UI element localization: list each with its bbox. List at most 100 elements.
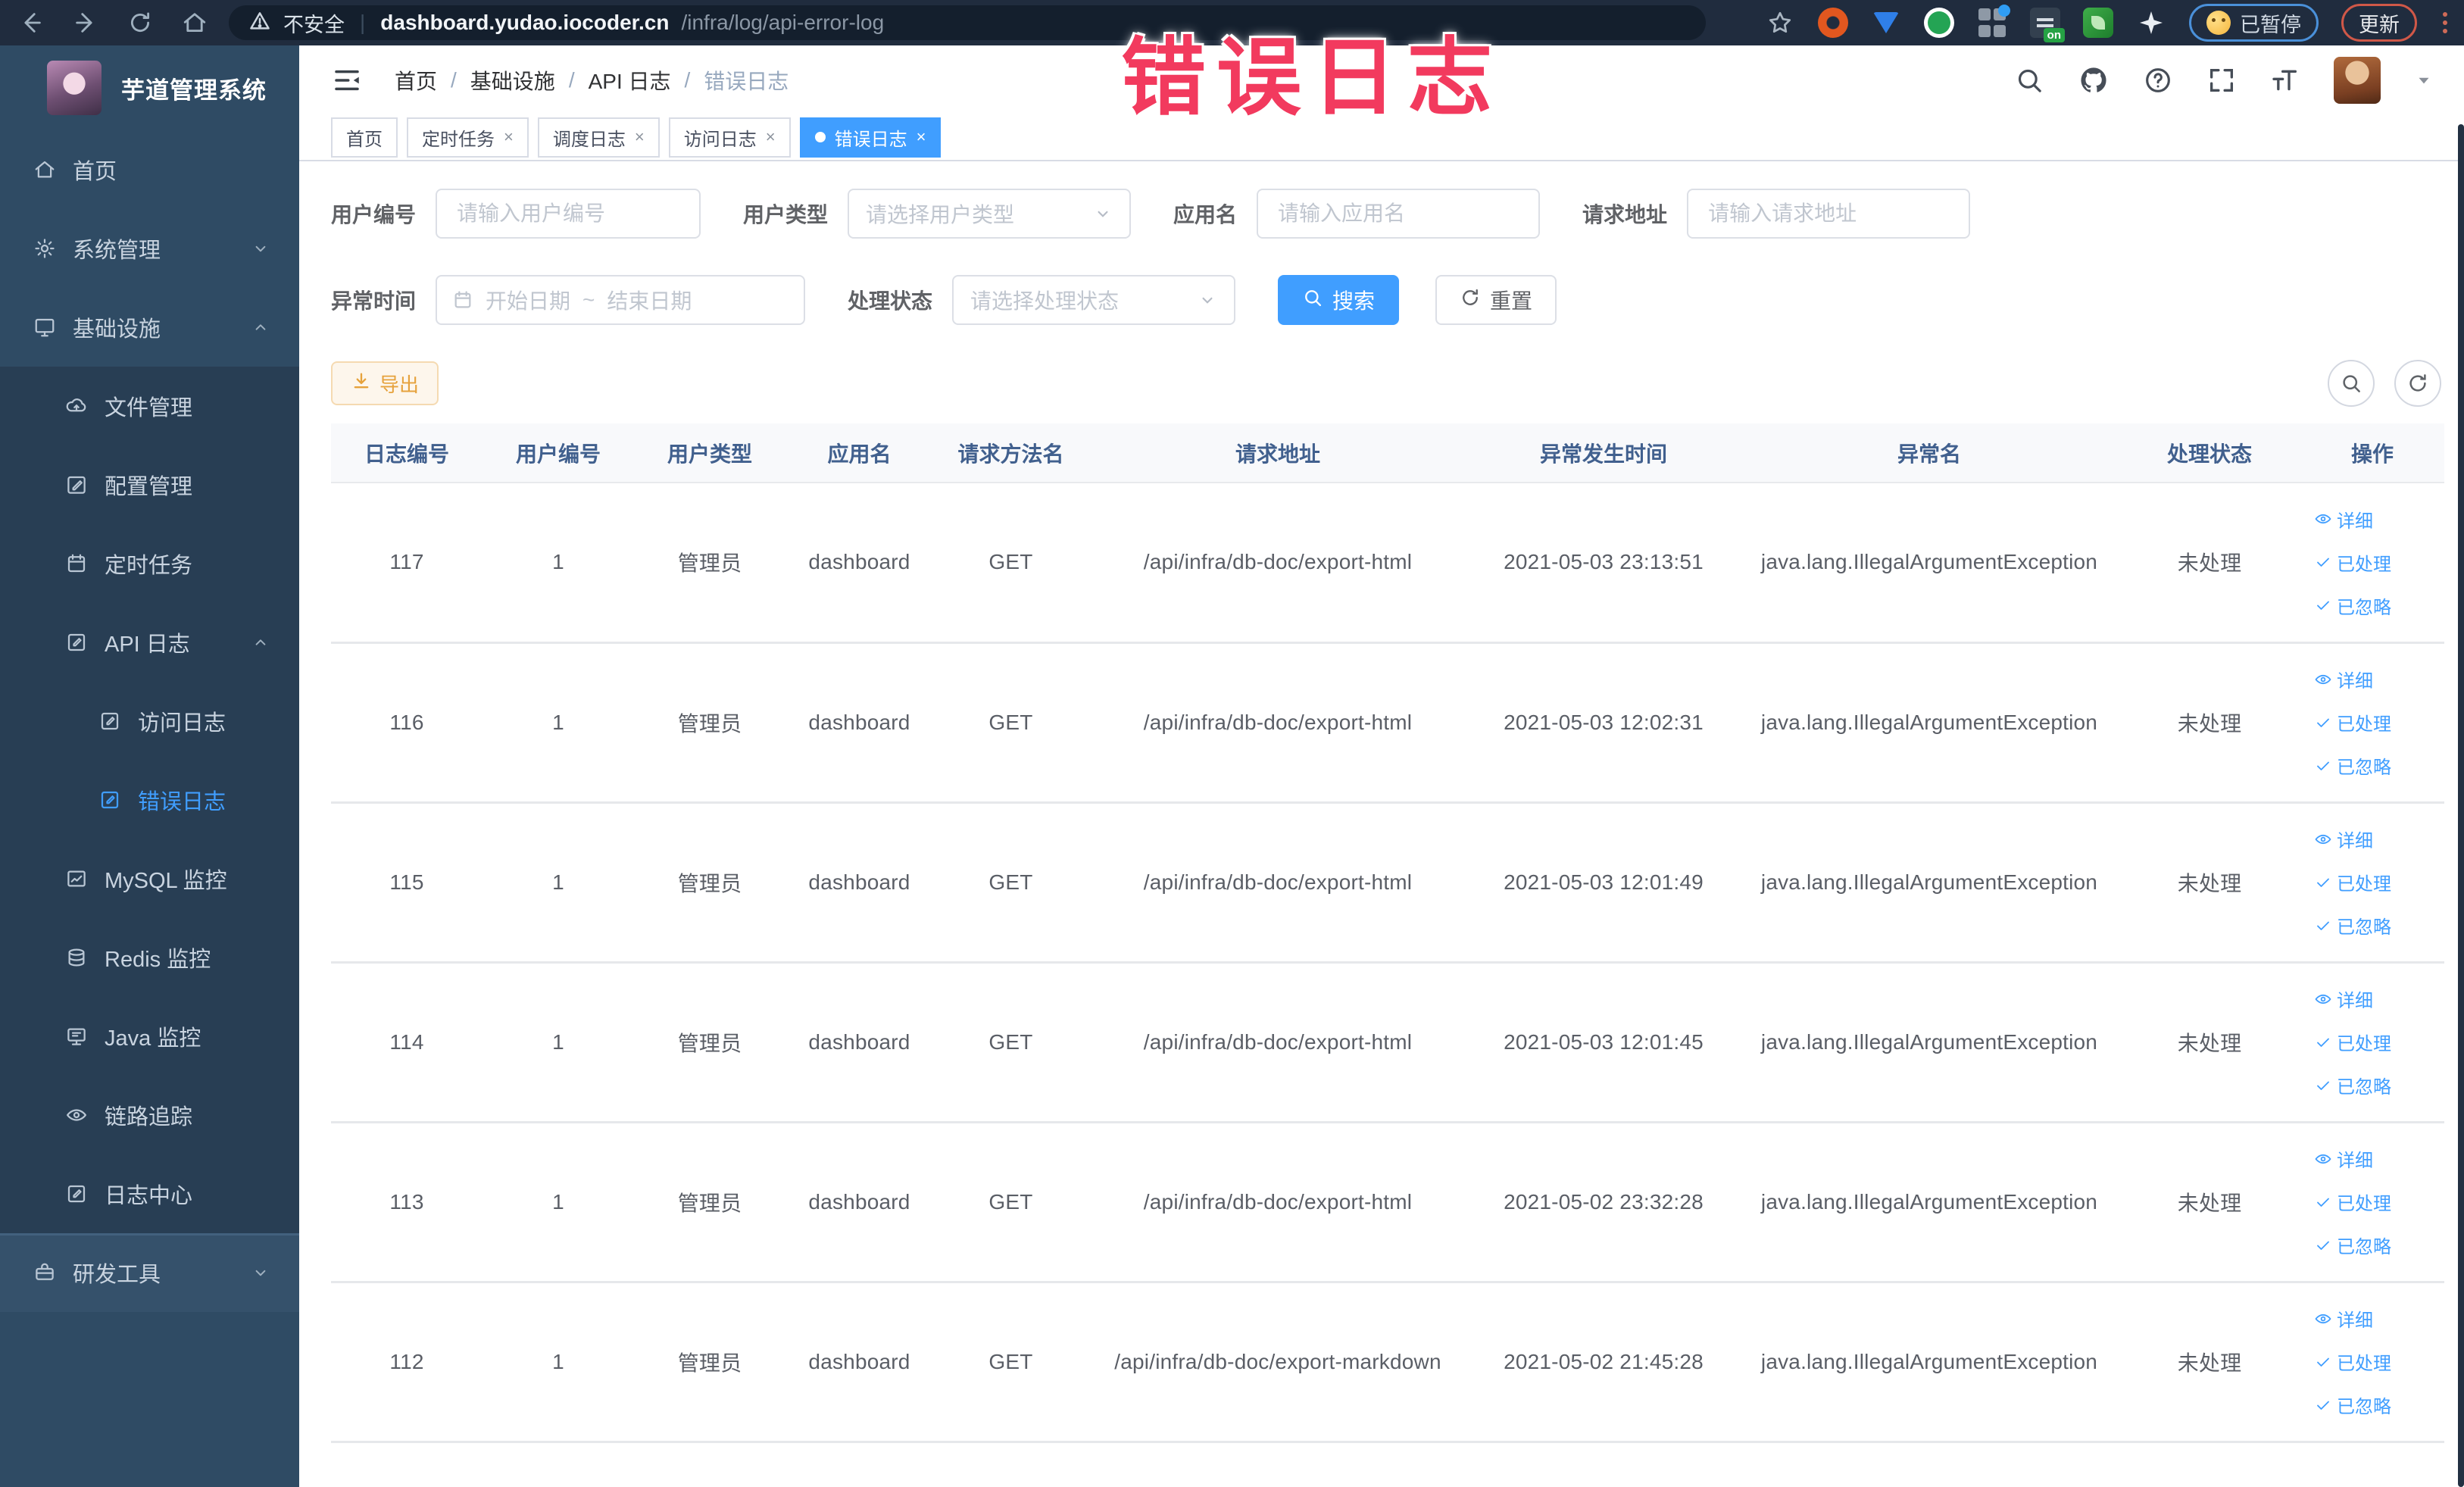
log-icon <box>98 710 121 733</box>
tab-1[interactable]: 首页 <box>331 117 398 158</box>
reset-button[interactable]: 重置 <box>1435 275 1557 325</box>
action-ignored-link[interactable]: 已忽略 <box>2314 592 2391 619</box>
app-name-label: 应用名 <box>1173 203 1238 226</box>
help-icon[interactable] <box>2143 65 2173 95</box>
export-button[interactable]: 导出 <box>331 361 439 405</box>
tab-4[interactable]: 访问日志 × <box>668 117 791 158</box>
toggle-search-button[interactable] <box>2328 360 2375 407</box>
app-name-input[interactable] <box>1257 189 1541 239</box>
extension-orange-icon[interactable] <box>1818 8 1848 38</box>
breadcrumb-item[interactable]: 基础设施 <box>470 65 555 95</box>
sidebar-item-3[interactable]: 基础设施 <box>0 288 299 367</box>
sidebar-item-14[interactable]: 日志中心 <box>0 1154 299 1233</box>
back-icon[interactable] <box>17 8 45 37</box>
action-detail-link[interactable]: 详细 <box>2314 826 2373 852</box>
browser-menu-icon[interactable] <box>2443 12 2447 33</box>
action-detail-link[interactable]: 详细 <box>2314 1145 2373 1172</box>
refresh-table-button[interactable] <box>2394 360 2441 407</box>
github-icon[interactable] <box>2078 64 2110 96</box>
font-size-icon[interactable] <box>2270 65 2300 95</box>
action-detail-link[interactable]: 详细 <box>2314 666 2373 692</box>
sidebar-item-8[interactable]: 访问日志 <box>0 682 299 761</box>
action-processed-link[interactable]: 已处理 <box>2314 1189 2391 1215</box>
app-logo[interactable]: 芋道管理系统 <box>0 45 299 130</box>
action-ignored-link[interactable]: 已忽略 <box>2314 912 2391 939</box>
cell-method: GET <box>933 483 1088 644</box>
action-ignored-link[interactable]: 已忽略 <box>2314 752 2391 779</box>
page-scrollbar[interactable] <box>2458 124 2464 1487</box>
collapse-menu-icon[interactable] <box>331 64 363 96</box>
check-icon <box>2314 1236 2332 1254</box>
sidebar-menu: 首页 系统管理 基础设施 文件管理 配置管理 定时任务 API 日志 访问日志 … <box>0 130 299 1312</box>
extension-grid-icon[interactable] <box>1977 5 2010 38</box>
fullscreen-icon[interactable] <box>2206 65 2237 95</box>
breadcrumb-separator: / <box>684 67 691 92</box>
extension-shield-icon[interactable] <box>1871 8 1901 38</box>
action-processed-link[interactable]: 已处理 <box>2314 709 2391 736</box>
sidebar-item-9[interactable]: 错误日志 <box>0 761 299 839</box>
table-row: 113 1 管理员 dashboard GET/api/infra/db-doc/exp… <box>331 1122 2444 1283</box>
action-processed-link[interactable]: 已处理 <box>2314 1029 2391 1055</box>
close-icon[interactable]: × <box>766 127 776 147</box>
sidebar-item-12[interactable]: Java 监控 <box>0 997 299 1076</box>
user-id-input[interactable] <box>436 189 701 239</box>
action-processed-link[interactable]: 已处理 <box>2314 869 2391 895</box>
user-avatar[interactable] <box>2334 56 2381 104</box>
search-button[interactable]: 搜索 <box>1278 275 1400 325</box>
process-status-select[interactable]: 请选择处理状态 <box>952 275 1236 325</box>
action-detail-link[interactable]: 详细 <box>2314 986 2373 1012</box>
action-ignored-link[interactable]: 已忽略 <box>2314 1232 2391 1258</box>
forward-icon[interactable] <box>71 8 100 37</box>
sidebar-item-11[interactable]: Redis 监控 <box>0 918 299 997</box>
extension-green-icon[interactable] <box>1924 8 1954 38</box>
reload-icon[interactable] <box>126 8 155 37</box>
exception-time-range-picker[interactable]: 开始日期 ~ 结束日期 <box>436 275 806 325</box>
toolbox-icon <box>33 1261 56 1284</box>
sidebar-item-6[interactable]: 定时任务 <box>0 524 299 603</box>
tab-3[interactable]: 调度日志 × <box>537 117 660 158</box>
sidebar-item-1[interactable]: 首页 <box>0 130 299 209</box>
tab-5[interactable]: 错误日志 × <box>799 117 942 158</box>
paused-badge[interactable]: 已暂停 <box>2189 4 2319 42</box>
action-processed-link[interactable]: 已处理 <box>2314 1348 2391 1375</box>
user-type-select[interactable]: 请选择用户类型 <box>848 189 1132 239</box>
sidebar-item-13[interactable]: 链路追踪 <box>0 1076 299 1154</box>
action-ignored-link[interactable]: 已忽略 <box>2314 1392 2391 1418</box>
sidebar-item-label: 基础设施 <box>73 317 161 342</box>
eye-icon <box>2314 510 2332 528</box>
close-icon[interactable]: × <box>504 127 514 147</box>
browser-nav <box>17 8 209 37</box>
breadcrumb-item[interactable]: API 日志 <box>589 65 671 95</box>
sidebar-item-10[interactable]: MySQL 监控 <box>0 839 299 918</box>
action-detail-link[interactable]: 详细 <box>2314 506 2373 533</box>
extension-leaf-icon[interactable] <box>2083 8 2113 38</box>
sidebar-item-5[interactable]: 配置管理 <box>0 445 299 524</box>
sidebar-item-2[interactable]: 系统管理 <box>0 209 299 288</box>
action-detail-link[interactable]: 详细 <box>2314 1305 2373 1332</box>
sidebar-item-7[interactable]: API 日志 <box>0 603 299 682</box>
browser-home-icon[interactable] <box>180 8 209 37</box>
database-icon <box>65 946 88 969</box>
cell-user_id: 1 <box>482 1282 634 1443</box>
close-icon[interactable]: × <box>917 127 926 147</box>
table-row: 117 1 管理员 dashboard GET/api/infra/db-doc/exp… <box>331 483 2444 644</box>
sidebar-item-15[interactable]: 研发工具 <box>0 1233 299 1312</box>
security-label[interactable]: 不安全 <box>283 8 345 38</box>
close-icon[interactable]: × <box>635 127 645 147</box>
request-url-input[interactable] <box>1687 189 1971 239</box>
chevron-down-icon[interactable] <box>2414 70 2434 90</box>
bookmark-star-icon[interactable] <box>1765 8 1795 38</box>
action-ignored-link[interactable]: 已忽略 <box>2314 1072 2391 1098</box>
tab-2[interactable]: 定时任务 × <box>407 117 529 158</box>
action-processed-link[interactable]: 已处理 <box>2314 549 2391 576</box>
extension-on-icon[interactable]: on <box>2030 8 2065 42</box>
column-header: 用户编号 <box>482 423 634 483</box>
request-url-label: 请求地址 <box>1582 203 1668 226</box>
breadcrumb-item[interactable]: 首页 <box>395 65 437 95</box>
column-header: 用户类型 <box>634 423 785 483</box>
cell-method: GET <box>933 642 1088 804</box>
search-icon[interactable] <box>2014 65 2044 95</box>
extensions-pin-icon[interactable] <box>2136 8 2166 38</box>
sidebar-item-4[interactable]: 文件管理 <box>0 367 299 445</box>
update-button[interactable]: 更新 <box>2341 4 2417 42</box>
